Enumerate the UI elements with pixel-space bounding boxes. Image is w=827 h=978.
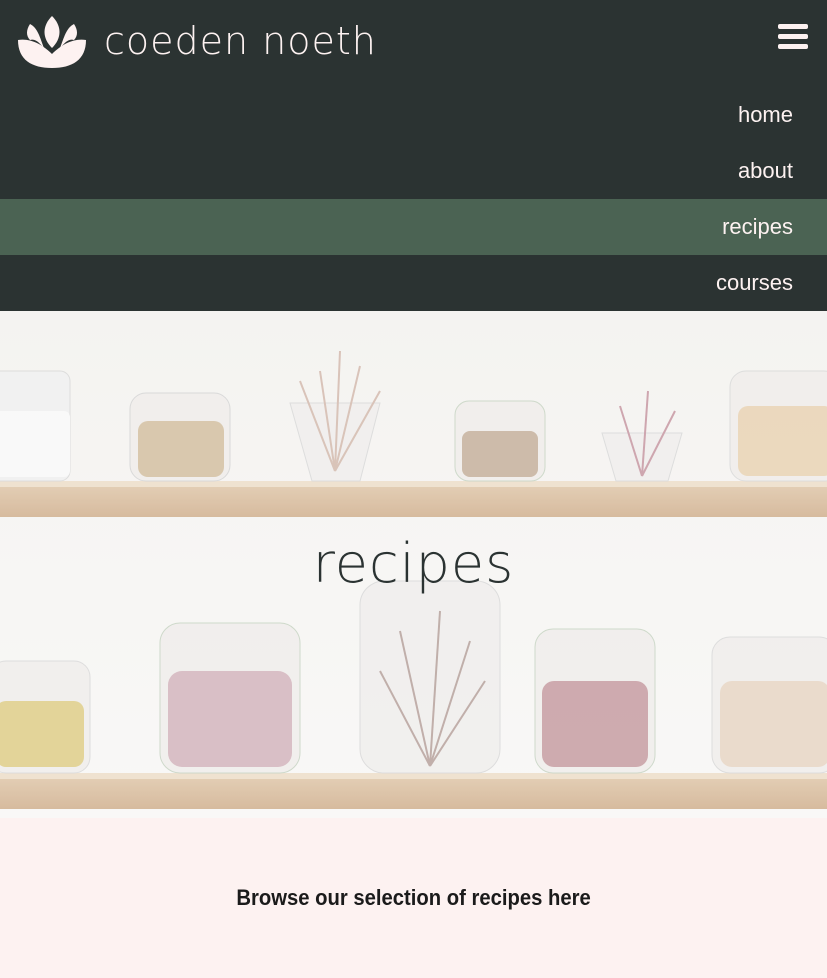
intro-text: Browse our selection of recipes here <box>236 885 591 910</box>
hamburger-menu-icon[interactable] <box>778 24 808 52</box>
hero-title: recipes <box>312 532 515 595</box>
lotus-icon[interactable] <box>16 14 88 70</box>
nav-item-courses[interactable]: courses <box>0 255 827 311</box>
brand-name[interactable]: coeden noeth <box>104 22 377 60</box>
hero-banner: recipes <box>0 311 827 818</box>
main-nav: home about recipes courses <box>0 87 827 311</box>
nav-item-about[interactable]: about <box>0 143 827 199</box>
nav-item-recipes[interactable]: recipes <box>0 199 827 255</box>
site-header: coeden noeth <box>0 0 827 87</box>
nav-item-home[interactable]: home <box>0 87 827 143</box>
intro-section: Browse our selection of recipes here <box>0 818 827 978</box>
